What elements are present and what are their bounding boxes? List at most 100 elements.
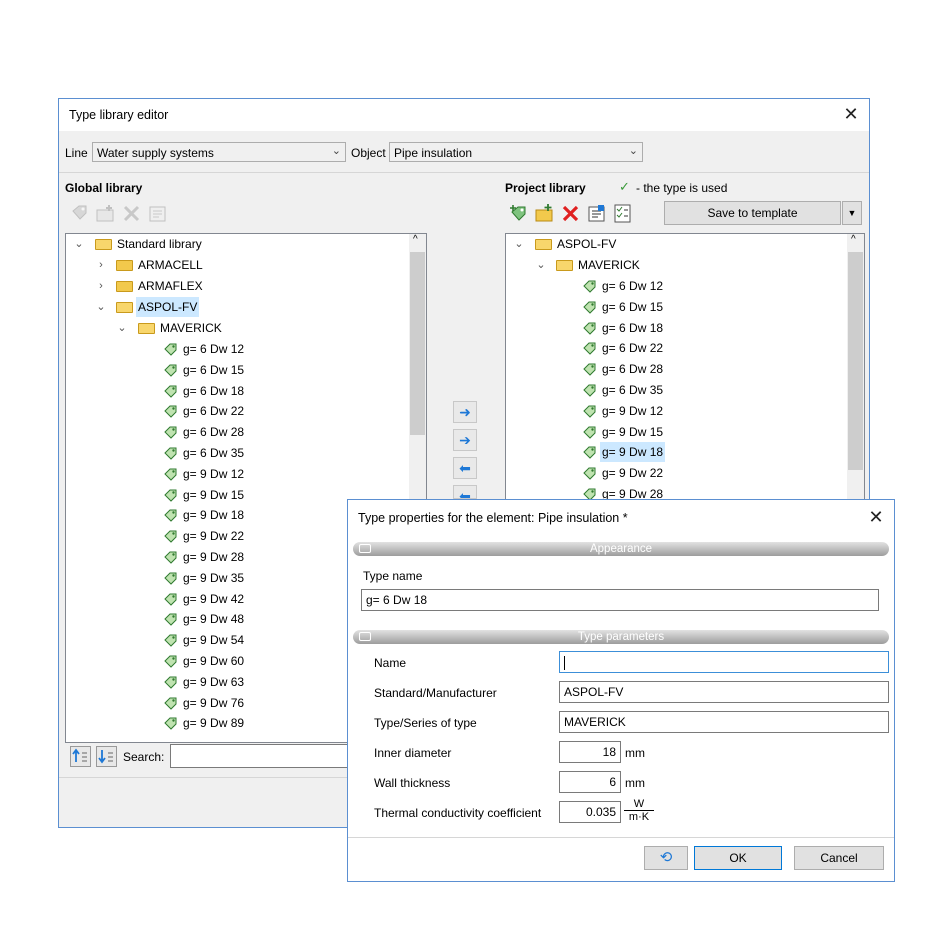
type-parameters-section-header[interactable]: Type parameters bbox=[353, 630, 889, 644]
scrollbar[interactable]: ^ bbox=[847, 234, 864, 502]
delete-icon bbox=[562, 205, 579, 222]
series-field[interactable]: MAVERICK bbox=[559, 711, 889, 733]
tree-node-label: g= 6 Dw 12 bbox=[183, 342, 245, 356]
copy-all-left-button[interactable]: ⬅ bbox=[453, 485, 477, 499]
tag-icon bbox=[164, 467, 178, 481]
chevron-down-icon[interactable]: ⌄ bbox=[116, 318, 128, 338]
tag-icon bbox=[164, 508, 178, 523]
tree-node-label: g= 6 Dw 35 bbox=[183, 446, 245, 460]
tree-node-label: ARMACELL bbox=[138, 258, 203, 272]
new-type-button[interactable] bbox=[508, 203, 529, 224]
chevron-right-icon[interactable]: › bbox=[95, 276, 107, 296]
manufacturer-label: Standard/Manufacturer bbox=[374, 686, 497, 700]
conductivity-field[interactable]: 0.035 bbox=[559, 801, 621, 823]
new-folder-button[interactable] bbox=[95, 203, 116, 224]
search-input[interactable] bbox=[170, 744, 350, 768]
properties-button[interactable] bbox=[147, 203, 168, 224]
type-name-field[interactable]: g= 6 Dw 18 bbox=[361, 589, 879, 611]
chevron-down-icon[interactable]: ⌄ bbox=[73, 234, 85, 254]
properties-button[interactable] bbox=[586, 203, 607, 224]
new-folder-button[interactable] bbox=[534, 203, 555, 224]
chevron-down-icon: ⌄ bbox=[628, 145, 638, 157]
scroll-up-icon[interactable]: ^ bbox=[851, 234, 856, 245]
cancel-button[interactable]: Cancel bbox=[794, 846, 884, 870]
tag-icon bbox=[583, 321, 597, 335]
divider bbox=[348, 837, 894, 838]
close-icon[interactable]: ✕ bbox=[864, 506, 888, 528]
project-library-tree[interactable]: ⌄ ASPOL-FV ⌄ MAVERICK g= 6 Dw 12 g= 6 Dw … bbox=[505, 233, 865, 503]
tree-node-label: g= 9 Dw 22 bbox=[602, 466, 664, 481]
object-label: Object bbox=[351, 146, 386, 160]
folder-icon bbox=[116, 260, 133, 271]
tree-node-label: g= 9 Dw 48 bbox=[183, 612, 245, 627]
tree-node-label: MAVERICK bbox=[578, 258, 640, 272]
tree-node-label: g= 9 Dw 60 bbox=[183, 654, 245, 668]
wall-thickness-field[interactable]: 6 bbox=[559, 771, 621, 793]
sort-up-button[interactable] bbox=[70, 746, 91, 767]
tag-icon bbox=[583, 279, 597, 293]
object-select-value: Pipe insulation bbox=[394, 146, 473, 160]
save-template-dropdown[interactable]: ▼ bbox=[842, 201, 862, 225]
tag-icon bbox=[164, 716, 178, 731]
tag-icon bbox=[164, 529, 178, 543]
scroll-up-icon[interactable]: ^ bbox=[413, 234, 418, 245]
name-field[interactable] bbox=[559, 651, 889, 673]
undo-icon: ⟲ bbox=[659, 849, 673, 866]
new-type-button[interactable] bbox=[69, 203, 90, 224]
tag-icon bbox=[583, 362, 597, 376]
tree-node-label: MAVERICK bbox=[160, 321, 222, 335]
line-select-value: Water supply systems bbox=[97, 146, 214, 160]
delete-button[interactable] bbox=[121, 203, 142, 224]
tag-icon bbox=[583, 404, 597, 418]
window-title: Type library editor bbox=[69, 108, 169, 122]
inner-diameter-field[interactable]: 18 bbox=[559, 741, 621, 763]
properties-icon bbox=[588, 205, 605, 222]
scrollbar-thumb[interactable] bbox=[410, 252, 425, 435]
copy-right-button[interactable]: ➔ bbox=[453, 429, 477, 451]
sort-down-icon bbox=[98, 750, 113, 764]
tag-add-icon bbox=[72, 205, 87, 220]
appearance-section-title: Appearance bbox=[589, 543, 653, 555]
tree-node-label: Standard library bbox=[117, 237, 202, 251]
save-to-template-label: Save to template bbox=[707, 206, 798, 220]
tag-icon bbox=[583, 341, 597, 356]
appearance-section-header[interactable]: Appearance bbox=[353, 542, 889, 556]
copy-left-button[interactable]: ⬅ bbox=[453, 457, 477, 479]
chevron-down-icon[interactable]: ⌄ bbox=[535, 255, 547, 275]
tree-node-label: g= 9 Dw 28 bbox=[183, 550, 245, 564]
text-cursor bbox=[564, 655, 565, 670]
scrollbar-thumb[interactable] bbox=[848, 252, 863, 470]
checklist-button[interactable] bbox=[612, 203, 633, 224]
tag-icon bbox=[164, 571, 178, 585]
checklist-icon bbox=[614, 204, 631, 223]
tag-add-icon bbox=[510, 205, 526, 221]
close-icon[interactable]: ✕ bbox=[839, 103, 863, 125]
object-select[interactable]: Pipe insulation ⌄ bbox=[389, 142, 643, 162]
tree-node-label: g= 9 Dw 63 bbox=[183, 674, 245, 689]
chevron-down-icon[interactable]: ⌄ bbox=[513, 234, 525, 254]
tree-node-label: g= 9 Dw 76 bbox=[183, 695, 245, 710]
chevron-down-icon[interactable]: ⌄ bbox=[95, 297, 107, 317]
tag-icon bbox=[164, 550, 178, 564]
type-parameters-section-title: Type parameters bbox=[577, 631, 665, 643]
folder-open-icon bbox=[95, 239, 112, 250]
manufacturer-field[interactable]: ASPOL-FV bbox=[559, 681, 889, 703]
sort-down-button[interactable] bbox=[96, 746, 117, 767]
arrow-left-icon: ⬅ bbox=[459, 460, 471, 476]
delete-button[interactable] bbox=[560, 203, 581, 224]
undo-button[interactable]: ⟲ bbox=[644, 846, 688, 870]
inner-diameter-unit: mm bbox=[625, 746, 645, 760]
tree-node-label: g= 9 Dw 12 bbox=[183, 466, 245, 481]
line-select[interactable]: Water supply systems ⌄ bbox=[92, 142, 346, 162]
folder-open-icon bbox=[138, 323, 155, 334]
tag-icon bbox=[583, 425, 597, 439]
chevron-right-icon[interactable]: › bbox=[95, 255, 107, 275]
save-to-template-button[interactable]: Save to template bbox=[664, 201, 841, 225]
ok-button[interactable]: OK bbox=[694, 846, 782, 870]
copy-all-right-button[interactable]: ➜ bbox=[453, 401, 477, 423]
tag-icon bbox=[583, 300, 597, 314]
tag-icon bbox=[164, 488, 178, 502]
tag-icon bbox=[164, 654, 178, 668]
tree-node-label: g= 9 Dw 12 bbox=[602, 403, 664, 418]
type-properties-dialog: Type properties for the element: Pipe in… bbox=[347, 499, 895, 882]
